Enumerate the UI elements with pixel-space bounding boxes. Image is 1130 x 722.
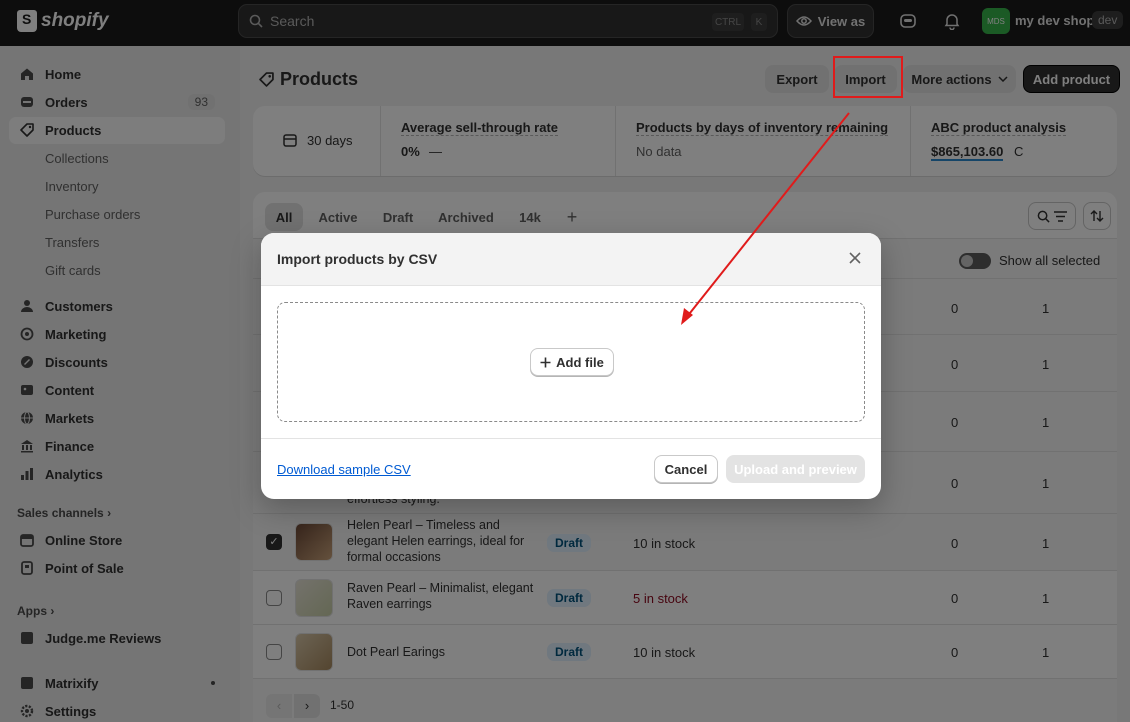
import-modal: Import products by CSV Add file Download… (261, 233, 881, 499)
upload-and-preview-button[interactable]: Upload and preview (726, 455, 865, 483)
modal-footer: Download sample CSV Cancel Upload and pr… (261, 438, 881, 499)
download-sample-csv-link[interactable]: Download sample CSV (277, 462, 411, 477)
close-icon[interactable] (846, 249, 864, 267)
cancel-button[interactable]: Cancel (654, 455, 718, 483)
plus-icon (540, 357, 551, 367)
add-file-button[interactable]: Add file (530, 348, 614, 376)
add-file-label: Add file (556, 354, 604, 370)
modal-header: Import products by CSV (261, 233, 881, 286)
file-drop-zone[interactable]: Add file (277, 302, 865, 422)
import-highlight-box (833, 56, 903, 98)
modal-title: Import products by CSV (277, 251, 438, 267)
